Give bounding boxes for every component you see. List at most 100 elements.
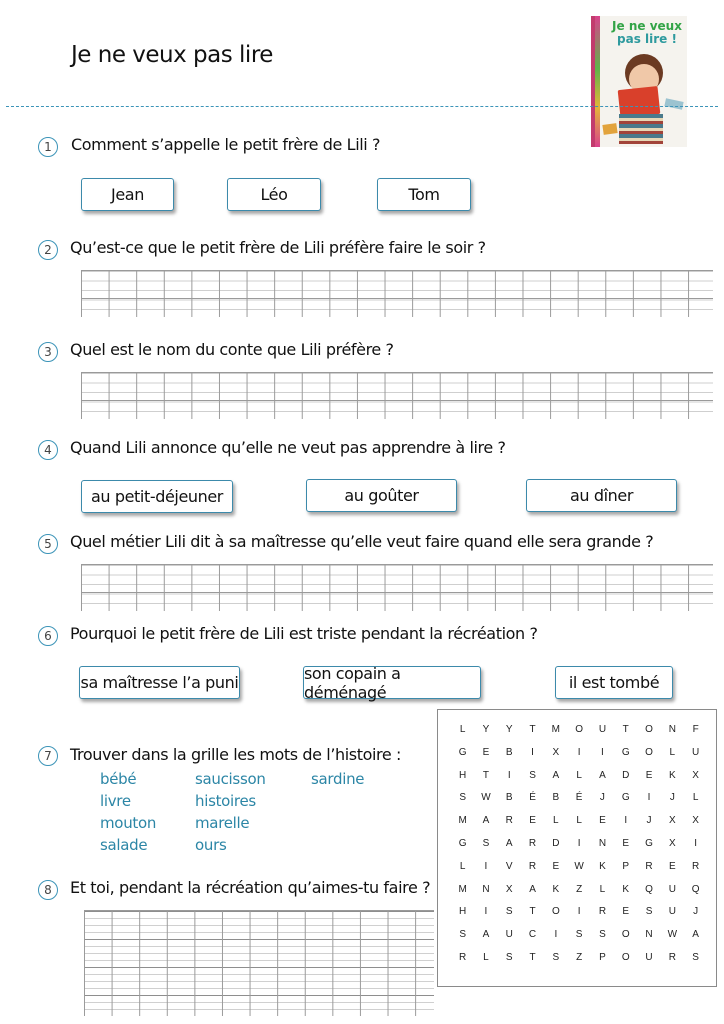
word-search-cell[interactable]: A	[474, 929, 497, 952]
word-search-cell[interactable]: R	[498, 815, 521, 838]
word-search-cell[interactable]: M	[451, 884, 474, 907]
word-search-cell[interactable]: O	[637, 747, 660, 770]
word-search-cell[interactable]: A	[684, 929, 707, 952]
answer-choice-button[interactable]: au goûter	[306, 479, 457, 512]
answer-choice-button[interactable]: sa maîtresse l’a puni	[79, 666, 240, 699]
word-search-cell[interactable]: G	[451, 838, 474, 861]
answer-choice-button[interactable]: il est tombé	[555, 666, 673, 699]
answer-writing-lines[interactable]	[84, 910, 434, 1016]
word-search-cell[interactable]: S	[474, 838, 497, 861]
word-search-cell[interactable]: P	[614, 861, 637, 884]
word-search-cell[interactable]: E	[614, 906, 637, 929]
word-search-cell[interactable]: S	[521, 770, 544, 793]
word-search-cell[interactable]: E	[591, 815, 614, 838]
word-search-cell[interactable]: N	[637, 929, 660, 952]
word-search-cell[interactable]: M	[544, 724, 567, 747]
word-search-cell[interactable]: X	[684, 815, 707, 838]
word-search-cell[interactable]: A	[521, 884, 544, 907]
word-search-cell[interactable]: L	[474, 952, 497, 975]
word-search-cell[interactable]: A	[591, 770, 614, 793]
word-search-cell[interactable]: N	[474, 884, 497, 907]
word-search-cell[interactable]: L	[544, 815, 567, 838]
word-search-cell[interactable]: R	[661, 952, 684, 975]
word-search-cell[interactable]: S	[544, 952, 567, 975]
word-search-cell[interactable]: S	[591, 929, 614, 952]
word-search-cell[interactable]: B	[544, 792, 567, 815]
word-search-cell[interactable]: I	[521, 747, 544, 770]
word-search-cell[interactable]: E	[521, 815, 544, 838]
word-search-cell[interactable]: R	[521, 838, 544, 861]
word-search-cell[interactable]: K	[661, 770, 684, 793]
word-search-cell[interactable]: I	[591, 747, 614, 770]
word-search-cell[interactable]: R	[684, 861, 707, 884]
word-search-cell[interactable]: O	[614, 952, 637, 975]
word-search-cell[interactable]: I	[567, 906, 590, 929]
word-search-cell[interactable]: T	[521, 952, 544, 975]
word-search-cell[interactable]: T	[521, 724, 544, 747]
word-search-cell[interactable]: D	[614, 770, 637, 793]
word-search-cell[interactable]: R	[451, 952, 474, 975]
word-search-cell[interactable]: N	[661, 724, 684, 747]
word-search-cell[interactable]: S	[637, 906, 660, 929]
word-search-cell[interactable]: Y	[474, 724, 497, 747]
word-search-cell[interactable]: I	[474, 906, 497, 929]
word-search-cell[interactable]: O	[614, 929, 637, 952]
word-search-cell[interactable]: E	[614, 838, 637, 861]
word-search-cell[interactable]: J	[684, 906, 707, 929]
word-search-cell[interactable]: R	[521, 861, 544, 884]
word-search-cell[interactable]: Y	[498, 724, 521, 747]
word-search-cell[interactable]: S	[684, 952, 707, 975]
word-search-cell[interactable]: L	[567, 770, 590, 793]
word-search-cell[interactable]: W	[661, 929, 684, 952]
word-search-cell[interactable]: R	[637, 861, 660, 884]
word-search-cell[interactable]: J	[661, 792, 684, 815]
word-search-cell[interactable]: L	[684, 792, 707, 815]
word-search-cell[interactable]: Q	[684, 884, 707, 907]
word-search-cell[interactable]: U	[498, 929, 521, 952]
word-search-cell[interactable]: O	[637, 724, 660, 747]
word-search-cell[interactable]: L	[451, 724, 474, 747]
word-search-cell[interactable]: A	[544, 770, 567, 793]
word-search-cell[interactable]: A	[474, 815, 497, 838]
word-search-cell[interactable]: J	[591, 792, 614, 815]
word-search-cell[interactable]: W	[567, 861, 590, 884]
word-search-cell[interactable]: S	[451, 929, 474, 952]
word-search-cell[interactable]: I	[567, 747, 590, 770]
word-search-cell[interactable]: X	[498, 884, 521, 907]
word-search-cell[interactable]: G	[451, 747, 474, 770]
word-search-cell[interactable]: L	[661, 747, 684, 770]
word-search-cell[interactable]: I	[474, 861, 497, 884]
word-search-cell[interactable]: S	[498, 906, 521, 929]
answer-choice-button[interactable]: au petit-déjeuner	[81, 480, 233, 513]
word-search-cell[interactable]: G	[614, 747, 637, 770]
word-search-cell[interactable]: F	[684, 724, 707, 747]
word-search-cell[interactable]: Z	[567, 952, 590, 975]
word-search-cell[interactable]: I	[614, 815, 637, 838]
word-search-cell[interactable]: É	[521, 792, 544, 815]
word-search-cell[interactable]: O	[567, 724, 590, 747]
answer-choice-button[interactable]: Tom	[377, 178, 471, 211]
answer-choice-button[interactable]: Jean	[81, 178, 174, 211]
answer-writing-lines[interactable]	[81, 564, 713, 611]
word-search-cell[interactable]: V	[498, 861, 521, 884]
word-search-cell[interactable]: G	[614, 792, 637, 815]
word-search-cell[interactable]: K	[544, 884, 567, 907]
word-search-cell[interactable]: D	[544, 838, 567, 861]
word-search-cell[interactable]: O	[544, 906, 567, 929]
word-search-cell[interactable]: B	[498, 747, 521, 770]
word-search-cell[interactable]: U	[684, 747, 707, 770]
word-search-cell[interactable]: U	[591, 724, 614, 747]
word-search-cell[interactable]: U	[661, 906, 684, 929]
word-search-cell[interactable]: I	[637, 792, 660, 815]
word-search-cell[interactable]: J	[637, 815, 660, 838]
word-search-cell[interactable]: U	[637, 952, 660, 975]
word-search-cell[interactable]: T	[521, 906, 544, 929]
word-search-cell[interactable]: E	[544, 861, 567, 884]
word-search-cell[interactable]: X	[661, 838, 684, 861]
word-search-cell[interactable]: K	[591, 861, 614, 884]
word-search-cell[interactable]: X	[544, 747, 567, 770]
word-search-cell[interactable]: I	[498, 770, 521, 793]
word-search-cell[interactable]: U	[661, 884, 684, 907]
word-search-cell[interactable]: S	[567, 929, 590, 952]
word-search-cell[interactable]: I	[544, 929, 567, 952]
